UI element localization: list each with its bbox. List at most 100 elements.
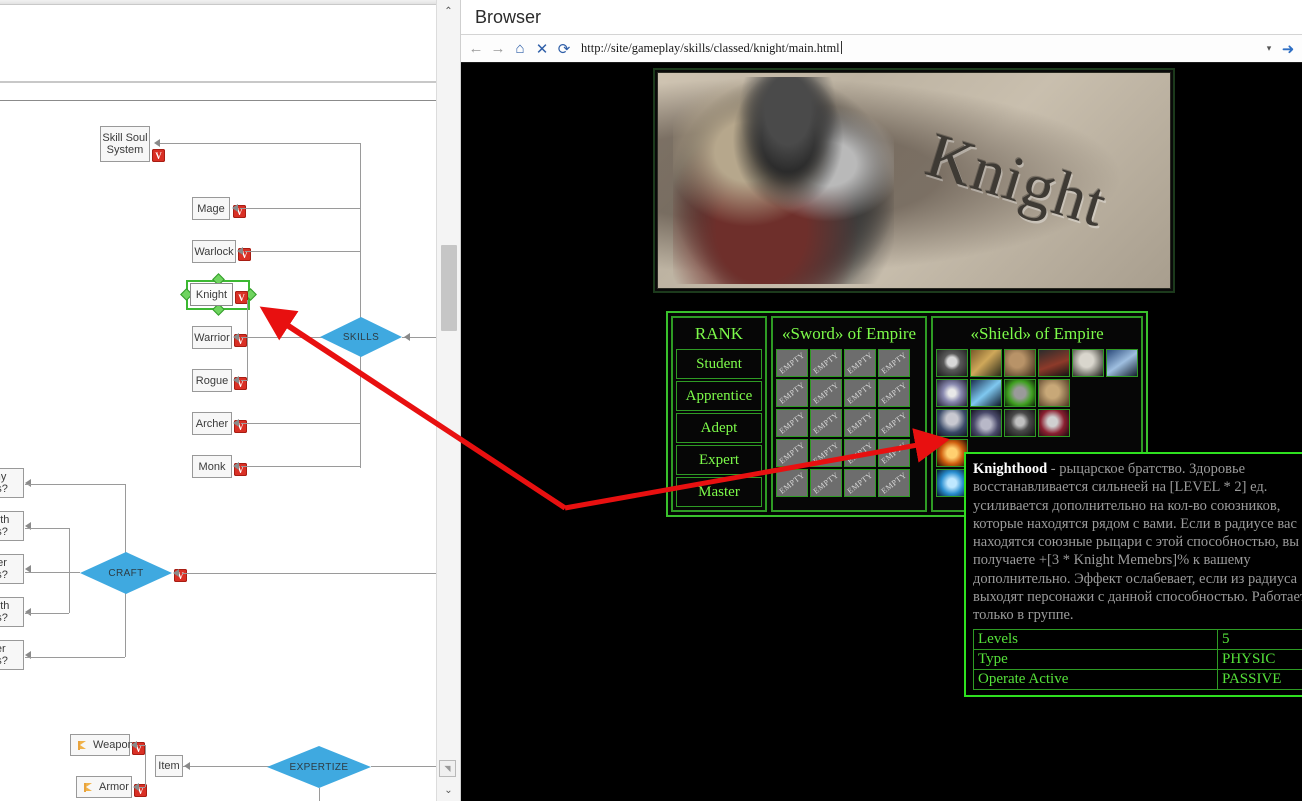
diagram-pane[interactable]: Skill Soul System Mage Warlock Knight Wa… <box>0 0 460 801</box>
shield-round-wood-icon[interactable] <box>1004 349 1037 377</box>
shield-crest-icon[interactable] <box>936 349 969 377</box>
node-tailorer-recipes[interactable]: rer es? <box>0 640 24 670</box>
diagram-divider-2 <box>0 100 437 101</box>
empty-slot[interactable]: EMPTY <box>810 469 842 497</box>
node-skill-soul-system[interactable]: Skill Soul System <box>100 126 150 162</box>
badge-skill-soul-system[interactable] <box>152 149 165 162</box>
empty-slot[interactable]: EMPTY <box>776 439 808 467</box>
rank-header: RANK <box>694 324 744 343</box>
tooltip-body: - рыцарское братство. Здоровье восстанав… <box>973 461 1302 624</box>
empty-slot[interactable]: EMPTY <box>776 379 808 407</box>
node-goldsmith-recipes[interactable]: mith es? <box>0 597 24 627</box>
empty-slot[interactable]: EMPTY <box>878 439 910 467</box>
scroll-down-button[interactable]: ⌄ <box>437 779 460 801</box>
node-rogue[interactable]: Rogue <box>192 369 232 392</box>
node-label: rer es? <box>0 643 8 667</box>
edge-craft-4 <box>25 613 69 614</box>
resize-grip[interactable]: ◥ <box>439 760 456 777</box>
empty-slot[interactable]: EMPTY <box>810 439 842 467</box>
rank-cell: Master <box>676 477 762 507</box>
knight-handshake-icon[interactable] <box>970 409 1003 437</box>
edge-knight-rogue-bus <box>247 300 248 381</box>
diamond-craft[interactable]: CRAFT <box>80 552 172 594</box>
empty-slot[interactable]: EMPTY <box>810 409 842 437</box>
node-archer[interactable]: Archer <box>192 412 232 435</box>
node-warlock[interactable]: Warlock <box>192 240 236 263</box>
home-icon[interactable]: ⌂ <box>509 38 531 60</box>
chevron-down-icon[interactable]: ▾ <box>1261 43 1277 54</box>
stat-value: PHYSIC <box>1217 648 1302 670</box>
banner-title: Knight <box>883 99 1149 262</box>
node-alchemy-recipes[interactable]: my es? <box>0 468 24 498</box>
shield-sunburst-icon[interactable] <box>936 379 969 407</box>
node-warrior[interactable]: Warrior <box>192 326 232 349</box>
node-weapon[interactable]: Weapon <box>70 734 134 756</box>
empty-slot[interactable]: EMPTY <box>844 409 876 437</box>
empty-slot-label: EMPTY <box>879 470 909 496</box>
empty-slot-label: EMPTY <box>811 410 841 436</box>
empty-slot[interactable]: EMPTY <box>844 469 876 497</box>
shield-ice-icon[interactable] <box>970 379 1003 407</box>
flag-icon <box>84 782 95 792</box>
node-armor[interactable]: Armor <box>76 776 132 798</box>
node-knight[interactable]: Knight <box>190 283 233 306</box>
edge-soul-to-skills <box>160 143 360 144</box>
knight-standing-icon[interactable] <box>936 409 969 437</box>
empty-slot[interactable]: EMPTY <box>776 409 808 437</box>
back-icon[interactable]: ← <box>465 38 487 60</box>
empty-slot[interactable]: EMPTY <box>810 379 842 407</box>
node-leather-recipes[interactable]: her es? <box>0 554 24 584</box>
diamond-expertize[interactable]: EXPERTIZE <box>267 746 371 788</box>
empty-slot-label: EMPTY <box>777 470 807 496</box>
url-input[interactable]: http://site/gameplay/skills/classed/knig… <box>575 41 1261 56</box>
empty-slot[interactable]: EMPTY <box>776 349 808 377</box>
diagram-divider-1 <box>0 81 437 83</box>
scrollbar-thumb[interactable] <box>441 245 457 331</box>
empty-slot[interactable]: EMPTY <box>810 349 842 377</box>
slot-row: EMPTY EMPTY EMPTY EMPTY <box>776 349 922 377</box>
stop-icon[interactable]: ✕ <box>531 38 553 60</box>
shield-blue-banner-icon[interactable] <box>1106 349 1139 377</box>
slot-row: EMPTY EMPTY EMPTY EMPTY <box>776 409 922 437</box>
empty-slot[interactable]: EMPTY <box>844 439 876 467</box>
arrow-head <box>233 462 239 470</box>
shield-wood-gold-icon[interactable] <box>970 349 1003 377</box>
edge-item-bus <box>145 745 146 787</box>
diamond-skills[interactable]: SKILLS <box>320 317 402 357</box>
empty-slot[interactable]: EMPTY <box>878 349 910 377</box>
reload-icon[interactable]: ⟳ <box>553 38 575 60</box>
diagram-scrollbar[interactable]: ⌃ ◥ ⌄ <box>436 0 460 801</box>
shield-leather-icon[interactable] <box>1038 379 1071 407</box>
arrow-head <box>173 569 179 577</box>
empty-slot[interactable]: EMPTY <box>878 469 910 497</box>
scroll-up-button[interactable]: ⌃ <box>437 0 460 22</box>
diamond-label: EXPERTIZE <box>289 761 349 773</box>
shield-kite-red-icon[interactable] <box>1038 349 1071 377</box>
empty-cell <box>1072 409 1104 437</box>
node-mage[interactable]: Mage <box>192 197 230 220</box>
edge-craft-5 <box>25 657 125 658</box>
go-icon[interactable]: ➜ <box>1277 40 1299 58</box>
shield-stone-icon[interactable] <box>1072 349 1105 377</box>
empty-slot[interactable]: EMPTY <box>878 379 910 407</box>
knight-sparks-icon[interactable] <box>1038 409 1071 437</box>
browser-toolbar[interactable]: ← → ⌂ ✕ ⟳ http://site/gameplay/skills/cl… <box>461 34 1302 64</box>
node-blacksmith-recipes[interactable]: mith es? <box>0 511 24 541</box>
knight-armor-illustration <box>673 77 894 284</box>
node-label: mith es? <box>0 600 10 624</box>
node-label: Armor <box>99 781 129 793</box>
arrow-head <box>133 783 139 791</box>
sword-column: «Sword» of Empire EMPTY EMPTY EMPTY EMPTY EM… <box>771 316 928 512</box>
node-monk[interactable]: Monk <box>192 455 232 478</box>
node-label: Knight <box>195 288 228 301</box>
empty-slot[interactable]: EMPTY <box>878 409 910 437</box>
forward-icon[interactable]: → <box>487 38 509 60</box>
slot-row <box>936 349 1139 377</box>
empty-slot[interactable]: EMPTY <box>776 469 808 497</box>
empty-slot[interactable]: EMPTY <box>844 349 876 377</box>
node-item[interactable]: Item <box>155 755 183 777</box>
node-label: Warrior <box>194 331 230 344</box>
shield-dark-crest-icon[interactable] <box>1004 409 1037 437</box>
shield-green-vine-icon[interactable] <box>1004 379 1037 407</box>
empty-slot[interactable]: EMPTY <box>844 379 876 407</box>
